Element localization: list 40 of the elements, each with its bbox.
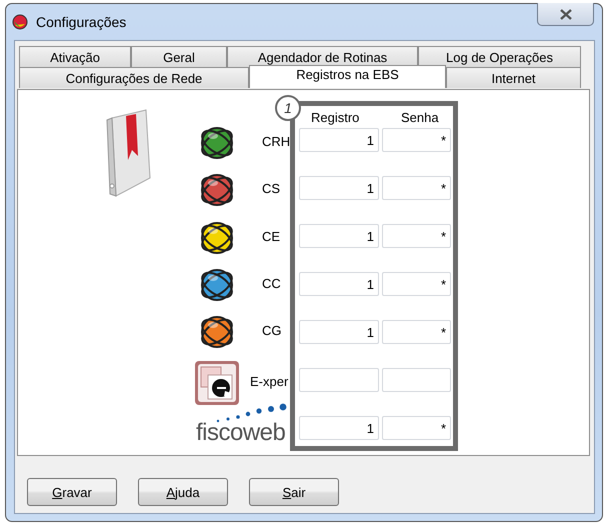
tab[interactable]: Geral: [131, 46, 227, 67]
dialog-button[interactable]: Ajuda: [138, 478, 228, 506]
senha-field[interactable]: *: [382, 176, 451, 200]
registro-field[interactable]: 1: [299, 224, 379, 248]
system-label: CC: [262, 276, 281, 291]
registro-field[interactable]: 1: [299, 320, 379, 344]
system-label: CG: [262, 323, 282, 338]
system-label: CS: [262, 181, 280, 196]
senha-field[interactable]: *: [382, 320, 451, 344]
senha-field[interactable]: *: [382, 272, 451, 296]
registro-field[interactable]: 1: [299, 272, 379, 296]
registro-field[interactable]: 1: [299, 416, 379, 440]
registro-field[interactable]: [299, 368, 379, 392]
senha-field[interactable]: *: [382, 128, 451, 152]
senha-field[interactable]: *: [382, 416, 451, 440]
system-label: E-xper: [250, 374, 288, 390]
system-label: CE: [262, 228, 280, 244]
close-button[interactable]: [537, 3, 594, 26]
expert-logo-icon: [194, 360, 240, 406]
close-icon: [560, 8, 572, 20]
app-icon: [12, 14, 28, 30]
column-header: Senha: [401, 110, 439, 124]
callout-number: 1: [275, 95, 301, 121]
registro-field[interactable]: 1: [299, 128, 379, 152]
tab[interactable]: Log de Operações: [418, 46, 581, 67]
tab[interactable]: Agendador de Rotinas: [227, 46, 418, 67]
column-header: Registro: [311, 110, 360, 124]
tab[interactable]: Registros na EBS: [249, 65, 446, 88]
tab[interactable]: Configurações de Rede: [19, 67, 249, 88]
tab[interactable]: Internet: [446, 67, 581, 88]
logo-text: fiscoweb: [196, 422, 286, 444]
tab[interactable]: Ativação: [19, 46, 131, 67]
dots-icon: [214, 402, 288, 424]
dialog-button[interactable]: Gravar: [27, 478, 117, 506]
senha-field[interactable]: *: [382, 224, 451, 248]
window-title: Configurações: [36, 14, 126, 30]
senha-field[interactable]: [382, 368, 451, 392]
system-label: CRH: [262, 134, 290, 149]
dialog-button[interactable]: Sair: [249, 478, 339, 506]
registro-field[interactable]: 1: [299, 176, 379, 200]
